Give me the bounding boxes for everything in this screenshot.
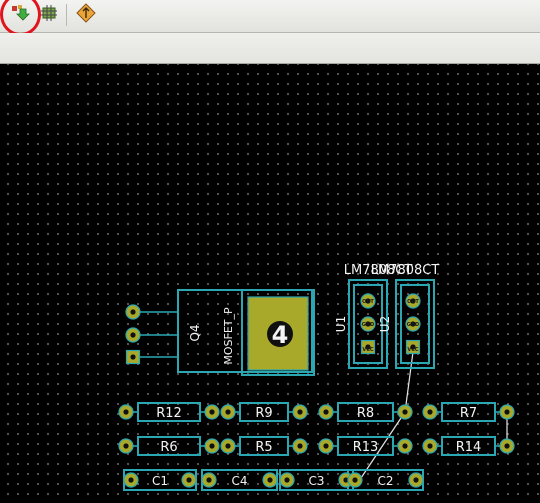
capacitor-c1-pad-2-hole <box>186 477 192 483</box>
u2-ref-label: U2 <box>378 316 392 332</box>
resistor-r13-pad-2-hole <box>402 443 408 449</box>
resistor-r14-label: R14 <box>456 440 482 455</box>
resistor-r6-label: R6 <box>160 440 177 455</box>
resistor-r7-pad-2-hole <box>504 409 510 415</box>
resistor-r5-label: R5 <box>255 440 272 455</box>
resistor-r8-label: R8 <box>357 406 374 421</box>
q4-value-label: MOSFET_P <box>222 307 235 365</box>
regulator-pin-label-vcc-2: VCC <box>362 347 374 353</box>
capacitor-c4-pad-2-hole <box>267 477 273 483</box>
resistor-r14-pad-2-hole <box>504 443 510 449</box>
u1-ref-label: U1 <box>334 316 348 332</box>
capacitor-c1-pad-1-hole <box>128 477 134 483</box>
capacitor-c3-pad-1-hole <box>284 477 290 483</box>
regulator-pin-label-gnd-4: GND <box>407 322 419 328</box>
resistor-r12-pad-2-hole <box>209 409 215 415</box>
resistor-r6-pad-2-hole <box>209 443 215 449</box>
regulator-pin-label-out-3: OUT <box>407 299 419 305</box>
q4-pad-1-hole <box>130 309 136 315</box>
outlines-layer <box>123 279 507 491</box>
top-toolbar <box>0 0 540 36</box>
secondary-toolbar <box>0 33 540 64</box>
resistor-r5-pad-1-hole <box>225 443 231 449</box>
resistor-r14-pad-1-hole <box>427 443 433 449</box>
rule-check-button[interactable] <box>75 3 97 27</box>
footprint-button[interactable] <box>38 4 60 26</box>
pcb-board: 4Q4 MOSFET_PLM7808CTLM7808CTOUTGNDVCCOUTG… <box>118 263 515 491</box>
resistor-r13-pad-1-hole <box>323 443 329 449</box>
resistor-r8-pad-2-hole <box>402 409 408 415</box>
component-grid-icon <box>39 3 59 27</box>
capacitor-c1-label: C1 <box>152 474 168 488</box>
resistor-r7-pad-1-hole <box>427 409 433 415</box>
labels-layer: 4Q4 MOSFET_PLM7808CTLM7808CTOUTGNDVCCOUTG… <box>152 263 481 488</box>
q4-ref-label: Q4 <box>188 324 202 341</box>
highlight-circle <box>0 0 41 36</box>
regulator-pin-label-vcc-5: VCC <box>407 347 419 353</box>
u2-value-label: LM7808CT <box>371 263 440 278</box>
capacitor-c4-label: C4 <box>231 474 247 488</box>
trace-r8-u2 <box>404 351 414 413</box>
regulator-pin-label-gnd-1: GND <box>362 322 374 328</box>
resistor-r5-pad-2-hole <box>297 443 303 449</box>
q4-pad-2-hole <box>130 332 136 338</box>
resistor-r12-pad-1-hole <box>123 409 129 415</box>
resistor-r13-label: R13 <box>353 440 379 455</box>
q4-pad-3-hole <box>130 354 136 360</box>
capacitor-c2-pad-2-hole <box>413 477 419 483</box>
toolbar-separator <box>66 4 67 26</box>
regulator-pin-label-out-0: OUT <box>362 299 374 305</box>
orange-diamond-icon <box>76 3 96 27</box>
resistor-r6-pad-1-hole <box>123 443 129 449</box>
capacitor-c4-pad-1-hole <box>206 477 212 483</box>
resistor-r7-label: R7 <box>460 406 477 421</box>
resistor-r9-pad-1-hole <box>225 409 231 415</box>
resistor-r12-label: R12 <box>156 406 182 421</box>
q4-pad-number: 4 <box>272 321 289 349</box>
pcb-editor-window: 4 Q4 MOSFET_P LM7808CT LM7808CT OUT GND VCC OUT G… <box>0 0 540 503</box>
resistor-r8-pad-1-hole <box>323 409 329 415</box>
resistor-r9-pad-2-hole <box>297 409 303 415</box>
capacitor-c3-label: C3 <box>308 474 324 488</box>
pcb-canvas[interactable]: 4 Q4 MOSFET_P LM7808CT LM7808CT OUT GND VCC OUT G… <box>0 64 540 503</box>
resistor-r9-label: R9 <box>255 406 272 421</box>
capacitor-c2-label: C2 <box>377 474 393 488</box>
capacitor-c2-pad-1-hole <box>352 477 358 483</box>
